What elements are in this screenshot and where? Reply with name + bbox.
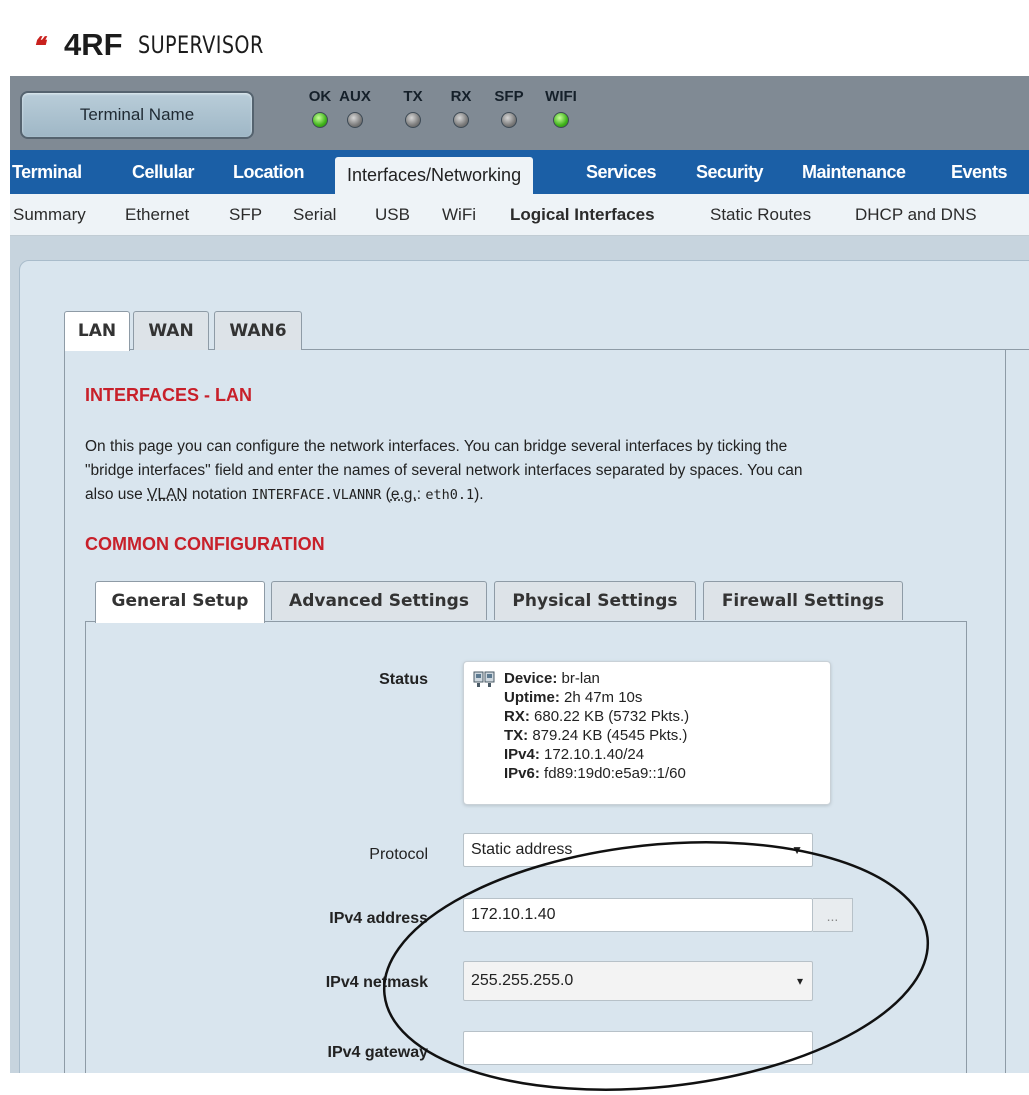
ipv4-address-input[interactable]: 172.10.1.40 [463,898,813,932]
led-tx: TX [393,88,433,128]
subnav-sfp[interactable]: SFP [229,194,262,235]
subnav-summary[interactable]: Summary [13,194,86,235]
browser-viewport: ❛❛ 4RF SUPERVISOR Terminal Name OK AUX T… [10,10,1029,1073]
wifi-status-led-icon [553,112,569,128]
subnav-logical-interfaces[interactable]: Logical Interfaces [510,194,655,235]
tab-physical-settings[interactable]: Physical Settings [494,581,696,620]
led-rx: RX [441,88,481,128]
status-tx: TX: 879.24 KB (4545 Pkts.) [504,727,688,744]
led-label: OK [308,88,332,105]
led-ok: OK [300,88,340,128]
example-code: eth0.1 [425,487,475,503]
aux-status-led-icon [347,112,363,128]
nav-location[interactable]: Location [233,150,305,194]
chevron-down-icon: ▾ [796,974,803,988]
nav-security[interactable]: Security [696,150,764,194]
tab-firewall-settings[interactable]: Firewall Settings [703,581,903,620]
status-rx: RX: 680.22 KB (5732 Pkts.) [504,708,690,725]
led-sfp: SFP [489,88,529,128]
main-nav: Terminal Cellular Location Interfaces/Ne… [10,150,1029,194]
ok-status-led-icon [312,112,328,128]
chevron-down-icon: ▼ [791,843,803,857]
subnav-serial[interactable]: Serial [293,194,336,235]
description-line: also use VLAN notation INTERFACE.VLANNR … [85,486,484,503]
tab-lan[interactable]: LAN [64,311,130,351]
subnav-wifi[interactable]: WiFi [442,194,476,235]
ipv4-gateway-label: IPv4 gateway [327,1044,429,1061]
page-title: INTERFACES - LAN [85,385,253,405]
vlan-notation-code: INTERFACE.VLANNR [251,487,382,503]
ipv4-netmask-combo[interactable]: 255.255.255.0 ▾ [463,961,813,1001]
sub-nav: Summary Ethernet SFP Serial USB WiFi Log… [10,194,1029,236]
tx-status-led-icon [405,112,421,128]
led-label: AUX [339,88,371,105]
status-label: Status [379,671,428,688]
app-header: ❛❛ 4RF SUPERVISOR [10,10,1029,77]
nav-services[interactable]: Services [586,150,657,194]
subnav-static-routes[interactable]: Static Routes [710,194,811,235]
content-panel: LAN WAN WAN6 INTERFACES - LAN On this pa… [19,260,1029,1073]
subnav-dhcp-and-dns[interactable]: DHCP and DNS [855,194,977,235]
network-device-icon [473,671,495,687]
subnav-ethernet[interactable]: Ethernet [125,194,189,235]
status-uptime: Uptime: 2h 47m 10s [504,689,643,706]
eg-abbr: e.g. [390,486,417,503]
protocol-select[interactable]: Static address ▼ [463,833,813,867]
status-ipv4: IPv4: 172.10.1.40/24 [504,746,645,763]
ipv4-address-more-button[interactable]: ... [813,898,853,932]
sfp-status-led-icon [501,112,517,128]
brand-mark-icon: ❛❛ [32,33,45,60]
led-aux: AUX [335,88,375,128]
vlan-abbr: VLAN [147,486,188,503]
rx-status-led-icon [453,112,469,128]
subnav-usb[interactable]: USB [375,194,410,235]
product-name: SUPERVISOR [138,31,264,59]
page-description: On this page you can configure the netwo… [85,435,985,507]
nav-cellular[interactable]: Cellular [132,150,195,194]
ipv4-gateway-input[interactable] [463,1031,813,1065]
terminal-name-button[interactable]: Terminal Name [20,91,254,139]
status-info-box: Device: br-lan Uptime: 2h 47m 10s RX: 68… [463,661,831,805]
protocol-label: Protocol [369,846,428,863]
led-label: WIFI [545,88,577,105]
description-line: "bridge interfaces" field and enter the … [85,462,803,479]
section-common-configuration: COMMON CONFIGURATION [85,534,325,554]
nav-terminal[interactable]: Terminal [12,150,82,194]
status-device: Device: br-lan [504,670,600,687]
nav-events[interactable]: Events [951,150,1008,194]
ipv4-netmask-value: 255.255.255.0 [471,972,574,989]
nav-interfaces-networking[interactable]: Interfaces/Networking [335,157,534,194]
ipv4-netmask-label: IPv4 netmask [325,974,428,991]
tab-wan[interactable]: WAN [133,311,209,350]
description-line: On this page you can configure the netwo… [85,438,788,455]
nav-maintenance[interactable]: Maintenance [802,150,906,194]
led-label: SFP [494,88,524,105]
ipv4-address-label: IPv4 address [329,910,428,927]
tab-general-setup[interactable]: General Setup [95,581,265,623]
protocol-value: Static address [471,841,573,858]
status-bar: Terminal Name OK AUX TX RX SFP WIFI [10,76,1029,150]
tab-advanced-settings[interactable]: Advanced Settings [271,581,487,620]
led-label: TX [403,88,423,105]
led-label: RX [450,88,472,105]
status-ipv6: IPv6: fd89:19d0:e5a9::1/60 [504,765,686,782]
brand-logo: 4RF [64,27,123,62]
led-wifi: WIFI [541,88,581,128]
tab-wan6[interactable]: WAN6 [214,311,302,350]
